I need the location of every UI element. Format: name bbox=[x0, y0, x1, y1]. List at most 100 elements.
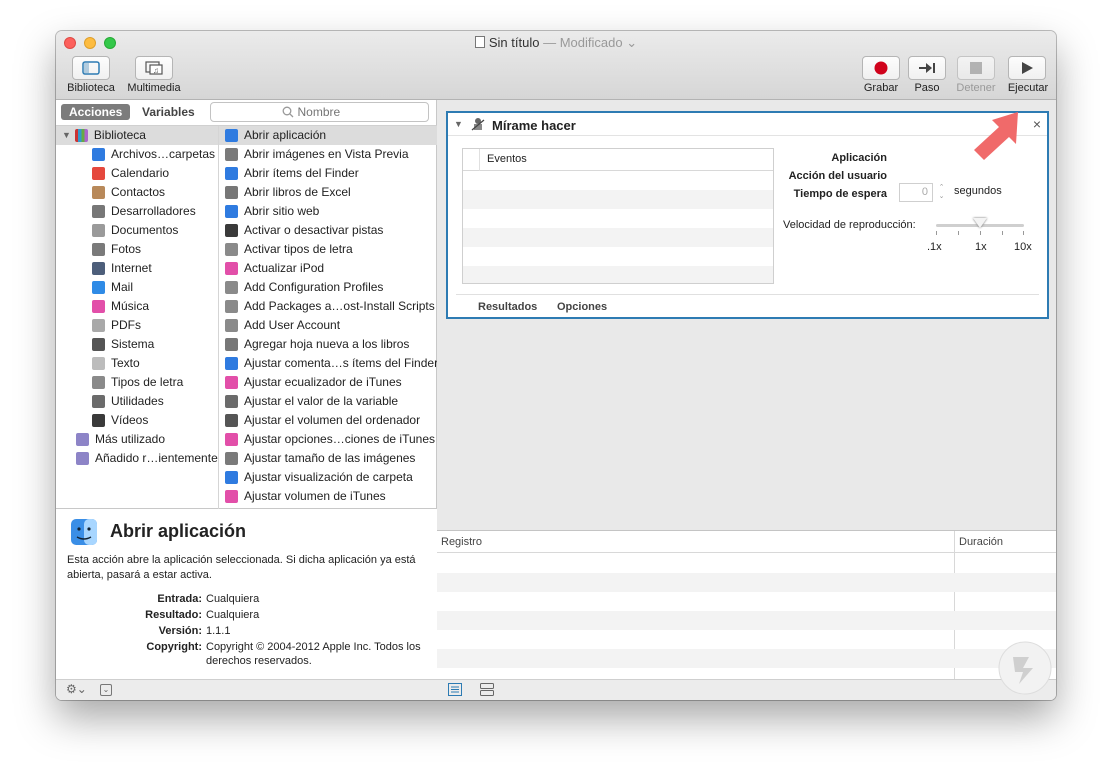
search-field[interactable] bbox=[210, 102, 429, 122]
system-icon bbox=[92, 338, 105, 351]
action-item[interactable]: Activar tipos de letra bbox=[219, 240, 437, 259]
library-item[interactable]: Fotos bbox=[56, 240, 218, 259]
step-button[interactable] bbox=[908, 56, 946, 80]
library-item[interactable]: Documentos bbox=[56, 221, 218, 240]
events-column-separator bbox=[479, 149, 480, 171]
window-title-text: Sin título bbox=[488, 35, 540, 50]
tab-actions[interactable]: Acciones bbox=[61, 104, 131, 120]
events-table[interactable]: Eventos bbox=[462, 148, 774, 284]
actions-list: Abrir aplicación Abrir imágenes en Vista … bbox=[219, 126, 438, 510]
library-button[interactable] bbox=[72, 56, 110, 80]
search-input[interactable] bbox=[297, 105, 358, 119]
library-item[interactable]: Mail bbox=[56, 278, 218, 297]
action-item[interactable]: Agregar hoja nueva a los libros bbox=[219, 335, 437, 354]
action-item[interactable]: Add Packages a…ost-Install Scripts bbox=[219, 297, 437, 316]
gear-icon[interactable]: ⚙︎⌄ bbox=[66, 682, 87, 696]
preview-icon bbox=[225, 452, 238, 465]
finder-icon bbox=[225, 167, 238, 180]
action-item[interactable]: Abrir libros de Excel bbox=[219, 183, 437, 202]
tab-variables[interactable]: Variables bbox=[134, 104, 203, 120]
copyright-value: Copyright © 2004-2012 Apple Inc. Todos l… bbox=[206, 641, 421, 667]
library-item[interactable]: Música bbox=[56, 297, 218, 316]
calendar-icon bbox=[92, 167, 105, 180]
action-item[interactable]: Ajustar tamaño de las imágenes bbox=[219, 449, 437, 468]
duration-column-header[interactable]: Duración bbox=[959, 536, 1003, 548]
action-item-label: Abrir aplicación bbox=[244, 128, 327, 142]
library-icon bbox=[74, 129, 88, 142]
library-item[interactable]: Calendario bbox=[56, 164, 218, 183]
automator-icon bbox=[225, 395, 238, 408]
media-button[interactable]: ♫ bbox=[135, 56, 173, 80]
action-item[interactable]: Abrir aplicación bbox=[219, 126, 437, 145]
library-item[interactable]: Utilidades bbox=[56, 392, 218, 411]
action-item-label: Agregar hoja nueva a los libros bbox=[244, 337, 410, 351]
action-item[interactable]: Ajustar opciones…ciones de iTunes bbox=[219, 430, 437, 449]
action-item[interactable]: Ajustar el volumen del ordenador bbox=[219, 411, 437, 430]
action-item[interactable]: Abrir imágenes en Vista Previa bbox=[219, 145, 437, 164]
speed-slider-thumb[interactable] bbox=[973, 218, 987, 228]
action-item[interactable]: Add Configuration Profiles bbox=[219, 278, 437, 297]
library-item-label: Calendario bbox=[111, 166, 170, 180]
card-footer-divider bbox=[456, 294, 1039, 295]
seconds-label: segundos bbox=[954, 185, 1002, 197]
library-item[interactable]: Vídeos bbox=[56, 411, 218, 430]
library-item[interactable]: Tipos de letra bbox=[56, 373, 218, 392]
tab-results[interactable]: Resultados bbox=[478, 301, 537, 313]
library-item[interactable]: Internet bbox=[56, 259, 218, 278]
disclosure-triangle-icon[interactable]: ▼ bbox=[62, 126, 71, 145]
library-item[interactable]: PDFs bbox=[56, 316, 218, 335]
log-view-icon[interactable] bbox=[448, 683, 462, 696]
log-row-stripe bbox=[437, 573, 1056, 592]
collapse-triangle-icon[interactable]: ▼ bbox=[454, 119, 463, 129]
tab-options[interactable]: Opciones bbox=[557, 301, 607, 313]
step-icon bbox=[919, 63, 935, 73]
variables-view-icon[interactable] bbox=[480, 683, 494, 696]
action-item[interactable]: Ajustar comenta…s ítems del Finder bbox=[219, 354, 438, 373]
action-item[interactable]: Abrir sitio web bbox=[219, 202, 437, 221]
svg-text:♫: ♫ bbox=[153, 66, 159, 75]
action-item[interactable]: Ajustar visualización de carpeta bbox=[219, 468, 437, 487]
automator-icon bbox=[225, 300, 238, 313]
action-item[interactable]: Activar o desactivar pistas bbox=[219, 221, 437, 240]
folder-icon bbox=[76, 452, 89, 465]
log-row-stripe bbox=[437, 611, 1056, 630]
action-item-label: Abrir sitio web bbox=[244, 204, 320, 218]
library-item[interactable]: Contactos bbox=[56, 183, 218, 202]
action-item[interactable]: Actualizar iPod bbox=[219, 259, 437, 278]
itunes-icon bbox=[225, 490, 238, 503]
wait-time-input[interactable]: 0 bbox=[899, 183, 933, 202]
library-root-row[interactable]: ▼ Biblioteca bbox=[56, 126, 218, 145]
run-button[interactable] bbox=[1008, 56, 1046, 80]
action-item[interactable]: Abrir ítems del Finder bbox=[219, 164, 437, 183]
description-toggle-icon[interactable]: ⌄ bbox=[100, 684, 112, 696]
close-action-icon[interactable]: × bbox=[1033, 116, 1041, 132]
smart-group-item-label: Más utilizado bbox=[95, 432, 166, 446]
library-item-label: Sistema bbox=[111, 337, 155, 351]
log-column-header[interactable]: Registro bbox=[441, 536, 482, 548]
description-labels: Entrada: Resultado: Versión: Copyright: bbox=[67, 591, 202, 655]
library-item-label: PDFs bbox=[111, 318, 141, 332]
library-panel: Acciones Variables ▼ Biblioteca Archivos… bbox=[56, 100, 438, 700]
smart-group-item[interactable]: Añadido r…ientemente bbox=[56, 449, 218, 468]
library-item[interactable]: Sistema bbox=[56, 335, 218, 354]
library-item[interactable]: Desarrolladores bbox=[56, 202, 218, 221]
record-button[interactable] bbox=[862, 56, 900, 80]
wait-time-stepper[interactable]: ⌃ ⌄ bbox=[937, 183, 946, 202]
action-item[interactable]: Add User Account bbox=[219, 316, 437, 335]
action-item-label: Abrir imágenes en Vista Previa bbox=[244, 147, 409, 161]
stop-icon bbox=[970, 62, 982, 74]
library-item[interactable]: Archivos…carpetas bbox=[56, 145, 218, 164]
itunes-icon bbox=[225, 376, 238, 389]
search-icon bbox=[282, 106, 293, 118]
action-title: Mírame hacer bbox=[492, 118, 576, 133]
smart-group-item[interactable]: Más utilizado bbox=[56, 430, 218, 449]
action-item[interactable]: Ajustar ecualizador de iTunes bbox=[219, 373, 437, 392]
action-item[interactable]: Ajustar el valor de la variable bbox=[219, 392, 437, 411]
chevron-down-icon[interactable]: ⌄ bbox=[626, 35, 637, 50]
font-icon bbox=[92, 376, 105, 389]
stop-button[interactable] bbox=[957, 56, 995, 80]
slider-tick bbox=[1002, 231, 1003, 235]
library-item[interactable]: Texto bbox=[56, 354, 218, 373]
library-item-label: Música bbox=[111, 299, 150, 313]
action-item[interactable]: Ajustar volumen de iTunes bbox=[219, 487, 437, 506]
